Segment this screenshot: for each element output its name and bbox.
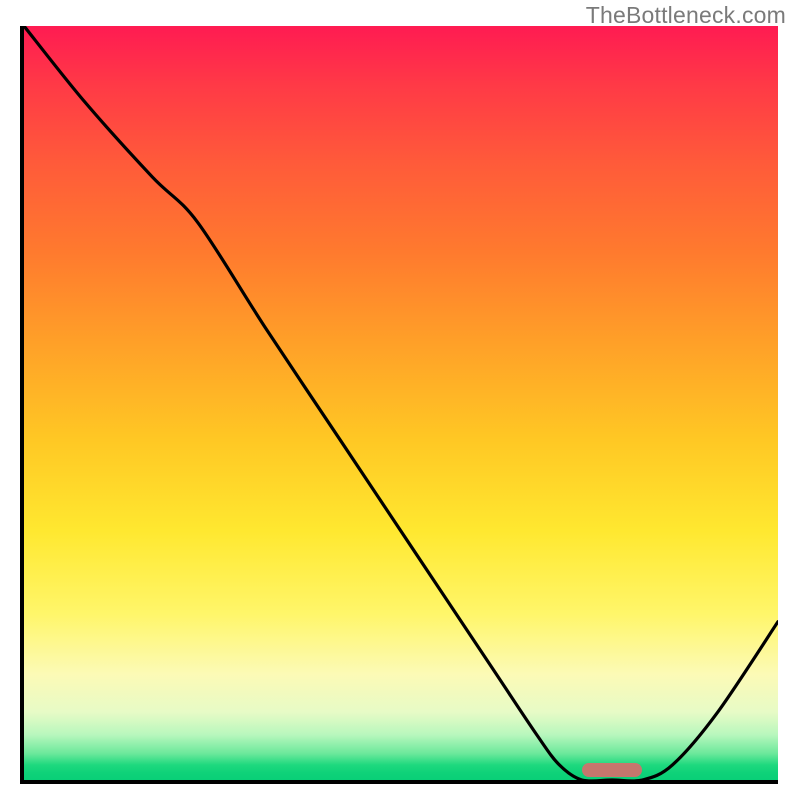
bottleneck-curve	[24, 26, 778, 780]
minimum-marker	[582, 763, 642, 777]
watermark-label: TheBottleneck.com	[586, 2, 786, 29]
plot-area	[20, 26, 778, 784]
chart-canvas: TheBottleneck.com	[0, 0, 800, 800]
